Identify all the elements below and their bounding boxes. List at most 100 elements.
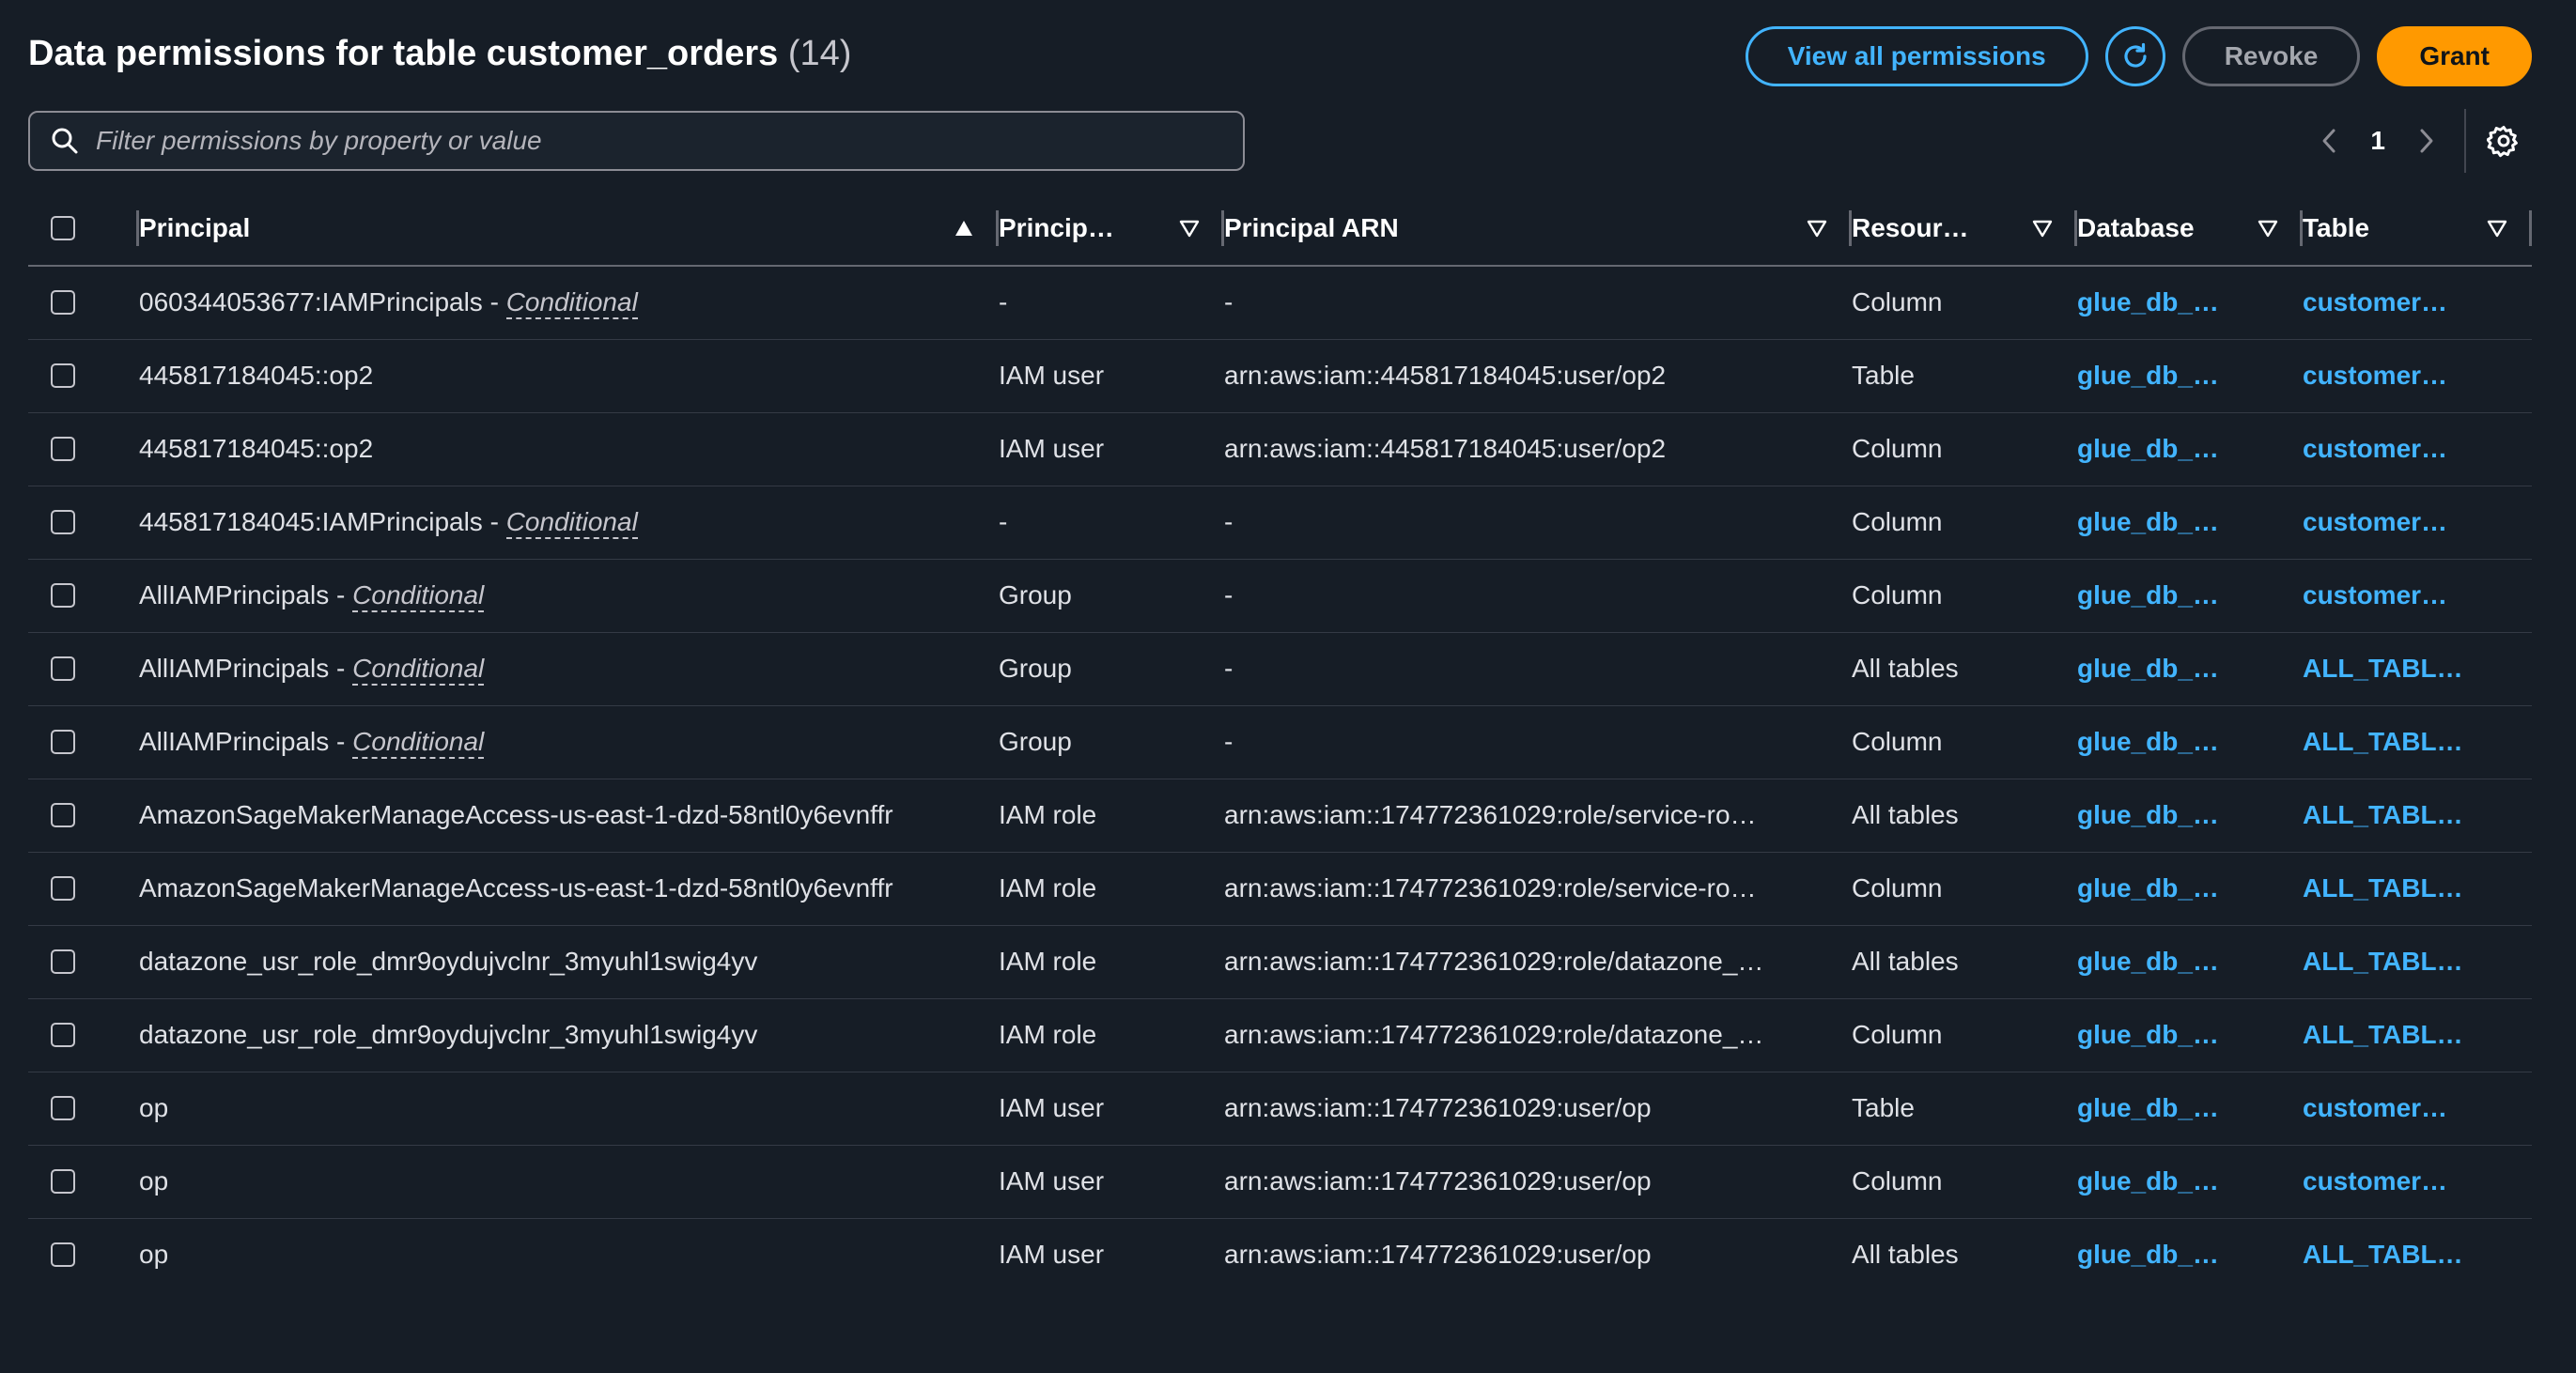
page-number-1[interactable]: 1 <box>2370 126 2385 156</box>
column-header-principal-arn[interactable]: Principal ARN <box>1224 192 1852 267</box>
principal-name: 060344053677:IAMPrincipals - <box>139 287 506 317</box>
database-link[interactable]: glue_db_… <box>2077 287 2219 316</box>
table-link[interactable]: customer… <box>2303 1166 2447 1196</box>
permission-count: (14) <box>787 34 852 73</box>
conditional-label[interactable]: Conditional <box>352 580 485 612</box>
database-link[interactable]: glue_db_… <box>2077 727 2219 756</box>
row-select-cell <box>28 1145 139 1219</box>
row-checkbox[interactable] <box>51 583 75 608</box>
database-link[interactable]: glue_db_… <box>2077 1020 2219 1049</box>
row-checkbox[interactable] <box>51 363 75 388</box>
table-row[interactable]: datazone_usr_role_dmr9oydujvclnr_3myuhl1… <box>28 925 2532 999</box>
conditional-label[interactable]: Conditional <box>505 507 638 539</box>
next-page-button[interactable] <box>2408 122 2445 160</box>
table-row[interactable]: 445817184045::op2 IAM user arn:aws:iam::… <box>28 412 2532 486</box>
previous-page-button[interactable] <box>2310 122 2348 160</box>
table-link[interactable]: ALL_TABL… <box>2303 947 2463 976</box>
principal-type-cell: Group <box>999 632 1224 706</box>
row-checkbox[interactable] <box>51 1023 75 1047</box>
row-select-cell <box>28 486 139 560</box>
column-resizer[interactable] <box>2529 210 2532 246</box>
row-checkbox[interactable] <box>51 290 75 316</box>
table-row[interactable]: 060344053677:IAMPrincipals - Conditional… <box>28 266 2532 340</box>
row-checkbox[interactable] <box>51 1096 75 1120</box>
row-checkbox[interactable] <box>51 949 75 974</box>
view-all-permissions-button[interactable]: View all permissions <box>1745 26 2088 86</box>
database-link[interactable]: glue_db_… <box>2077 580 2219 609</box>
row-checkbox[interactable] <box>51 1242 75 1268</box>
filter-input[interactable]: Filter permissions by property or value <box>28 111 1245 171</box>
column-header-principal[interactable]: Principal <box>139 192 999 267</box>
database-link[interactable]: glue_db_… <box>2077 873 2219 902</box>
database-link[interactable]: glue_db_… <box>2077 434 2219 463</box>
table-link[interactable]: ALL_TABL… <box>2303 1020 2463 1049</box>
table-link[interactable]: ALL_TABL… <box>2303 727 2463 756</box>
table-row[interactable]: AmazonSageMakerManageAccess-us-east-1-dz… <box>28 779 2532 853</box>
row-checkbox[interactable] <box>51 876 75 901</box>
database-link[interactable]: glue_db_… <box>2077 1093 2219 1122</box>
row-checkbox[interactable] <box>51 510 75 534</box>
table-cell: ALL_TABL… <box>2303 925 2532 999</box>
principal-name: op <box>139 1166 169 1196</box>
table-row[interactable]: AllIAMPrincipals - Conditional Group - A… <box>28 632 2532 706</box>
conditional-label[interactable]: Conditional <box>352 727 485 759</box>
table-link[interactable]: ALL_TABL… <box>2303 1240 2463 1269</box>
database-cell: glue_db_… <box>2077 925 2303 999</box>
header-actions: View all permissions Revoke Grant <box>1745 26 2532 86</box>
column-header-principal-type[interactable]: Princip… <box>999 192 1224 267</box>
database-link[interactable]: glue_db_… <box>2077 1240 2219 1269</box>
database-link[interactable]: glue_db_… <box>2077 1166 2219 1196</box>
table-link[interactable]: customer… <box>2303 507 2447 536</box>
database-link[interactable]: glue_db_… <box>2077 654 2219 683</box>
table-link[interactable]: ALL_TABL… <box>2303 800 2463 829</box>
resource-type-cell: Table <box>1852 1072 2077 1146</box>
column-header-database[interactable]: Database <box>2077 192 2303 267</box>
conditional-label[interactable]: Conditional <box>352 654 485 686</box>
column-header-resource-type[interactable]: Resour… <box>1852 192 2077 267</box>
revoke-button[interactable]: Revoke <box>2181 26 2361 86</box>
conditional-label[interactable]: Conditional <box>505 287 638 320</box>
table-row[interactable]: op IAM user arn:aws:iam::174772361029:us… <box>28 1145 2532 1219</box>
row-checkbox[interactable] <box>51 437 75 461</box>
principal-name: AllIAMPrincipals - <box>139 654 353 683</box>
table-row[interactable]: 445817184045:IAMPrincipals - Conditional… <box>28 486 2532 560</box>
principal-arn-cell: - <box>1224 632 1852 706</box>
principal-cell: op <box>139 1145 999 1219</box>
table-row[interactable]: op IAM user arn:aws:iam::174772361029:us… <box>28 1218 2532 1291</box>
database-cell: glue_db_… <box>2077 632 2303 706</box>
table-row[interactable]: AllIAMPrincipals - Conditional Group - C… <box>28 705 2532 779</box>
table-link[interactable]: ALL_TABL… <box>2303 873 2463 902</box>
row-checkbox[interactable] <box>51 730 75 754</box>
database-link[interactable]: glue_db_… <box>2077 507 2219 536</box>
table-row[interactable]: 445817184045::op2 IAM user arn:aws:iam::… <box>28 339 2532 413</box>
principal-cell: 445817184045::op2 <box>139 339 999 413</box>
table-link[interactable]: customer… <box>2303 1093 2447 1122</box>
table-row[interactable]: op IAM user arn:aws:iam::174772361029:us… <box>28 1072 2532 1146</box>
table-row[interactable]: AmazonSageMakerManageAccess-us-east-1-dz… <box>28 852 2532 926</box>
database-link[interactable]: glue_db_… <box>2077 800 2219 829</box>
row-checkbox[interactable] <box>51 1169 75 1194</box>
resource-type-cell: Column <box>1852 266 2077 340</box>
table-row[interactable]: datazone_usr_role_dmr9oydujvclnr_3myuhl1… <box>28 998 2532 1072</box>
database-link[interactable]: glue_db_… <box>2077 361 2219 390</box>
select-all-checkbox[interactable] <box>51 216 75 240</box>
grant-button[interactable]: Grant <box>2377 26 2532 86</box>
database-cell: glue_db_… <box>2077 1218 2303 1291</box>
database-link[interactable]: glue_db_… <box>2077 947 2219 976</box>
column-header-table[interactable]: Table <box>2303 192 2532 267</box>
principal-type-cell: IAM user <box>999 1240 1105 1270</box>
principal-type-cell: Group <box>999 559 1224 633</box>
database-cell: glue_db_… <box>2077 339 2303 413</box>
table-cell: customer… <box>2303 412 2532 486</box>
table-link[interactable]: customer… <box>2303 434 2447 463</box>
table-link[interactable]: customer… <box>2303 287 2447 316</box>
refresh-button[interactable] <box>2104 26 2165 86</box>
row-checkbox[interactable] <box>51 803 75 827</box>
table-row[interactable]: AllIAMPrincipals - Conditional Group - C… <box>28 559 2532 633</box>
table-link[interactable]: customer… <box>2303 580 2447 609</box>
table-link[interactable]: ALL_TABL… <box>2303 654 2463 683</box>
row-checkbox[interactable] <box>51 656 75 681</box>
table-settings-button[interactable] <box>2487 124 2521 158</box>
table-link[interactable]: customer… <box>2303 361 2447 390</box>
permissions-panel: Data permissions for table customer_orde… <box>28 0 2532 1291</box>
